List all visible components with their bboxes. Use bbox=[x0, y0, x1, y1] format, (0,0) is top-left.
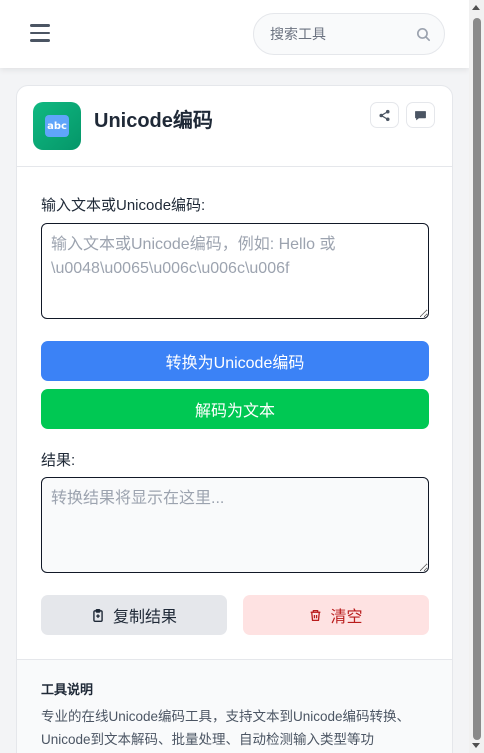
input-textarea[interactable] bbox=[41, 223, 429, 319]
scroll-up-arrow-icon[interactable] bbox=[472, 5, 480, 10]
input-label: 输入文本或Unicode编码: bbox=[41, 197, 206, 214]
tool-card: abc Unicode编码 输入文本或Unicode编码: 转换为Unicode… bbox=[16, 85, 453, 753]
page-scrollbar[interactable] bbox=[469, 0, 484, 753]
tool-card-header: abc Unicode编码 bbox=[17, 86, 452, 167]
share-button[interactable] bbox=[370, 102, 399, 128]
share-icon bbox=[379, 109, 390, 121]
trash-icon bbox=[311, 609, 321, 621]
convert-to-unicode-button[interactable]: 转换为Unicode编码 bbox=[41, 341, 429, 381]
description-text: 专业的在线Unicode编码工具，支持文本到Unicode编码转换、Unicod… bbox=[41, 709, 411, 747]
copy-result-button[interactable]: 复制结果 bbox=[41, 595, 227, 635]
search-input[interactable] bbox=[270, 26, 410, 42]
tool-description: 工具说明 专业的在线Unicode编码工具，支持文本到Unicode编码转换、U… bbox=[17, 659, 452, 753]
result-label: 结果: bbox=[41, 452, 76, 469]
clipboard-icon bbox=[93, 608, 103, 622]
clear-label: 清空 bbox=[330, 609, 363, 626]
result-textarea[interactable] bbox=[41, 477, 429, 573]
comment-icon bbox=[415, 110, 426, 120]
tool-logo-icon: abc bbox=[33, 102, 81, 150]
copy-result-label: 复制结果 bbox=[112, 609, 177, 626]
search-icon[interactable] bbox=[415, 26, 432, 43]
tool-title: Unicode编码 bbox=[94, 110, 213, 132]
search-box[interactable] bbox=[253, 13, 445, 55]
description-title: 工具说明 bbox=[41, 682, 94, 697]
scroll-down-arrow-icon[interactable] bbox=[472, 743, 480, 748]
tool-logo-text: abc bbox=[45, 115, 69, 137]
clear-button[interactable]: 清空 bbox=[243, 595, 429, 635]
hamburger-menu-icon[interactable] bbox=[30, 24, 50, 42]
decode-to-text-button[interactable]: 解码为文本 bbox=[41, 389, 429, 429]
comment-button[interactable] bbox=[406, 102, 435, 128]
scrollbar-thumb[interactable] bbox=[473, 18, 481, 740]
top-header bbox=[0, 0, 469, 68]
